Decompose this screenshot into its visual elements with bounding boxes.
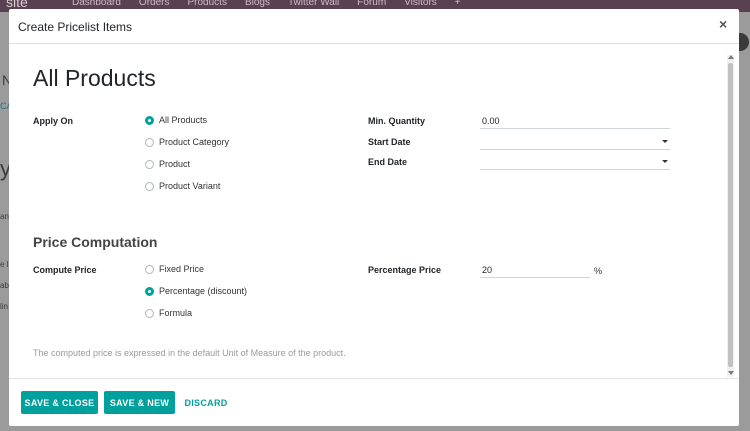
menu-item-twitter-wall[interactable]: Twitter Wall	[288, 0, 339, 8]
radio-fixed-price[interactable]: Fixed Price	[145, 264, 204, 274]
menu-item-dashboard[interactable]: Dashboard	[72, 0, 121, 8]
radio-selected-icon	[145, 286, 154, 296]
chevron-down-icon[interactable]	[662, 160, 668, 163]
end-date-label: End Date	[368, 157, 408, 167]
radio-product-variant[interactable]: Product Variant	[145, 181, 220, 191]
min-quantity-field[interactable]: 0.00	[480, 113, 670, 129]
menu-item-blogs[interactable]: Blogs	[245, 0, 270, 8]
start-date-label: Start Date	[368, 137, 411, 147]
percent-unit: %	[594, 266, 603, 276]
radio-label: All Products	[159, 115, 208, 125]
bg-fragment: lin	[0, 302, 9, 311]
radio-unselected-icon	[145, 308, 154, 318]
percentage-price-label: Percentage Price	[368, 265, 442, 275]
menu-item-visitors[interactable]: Visitors	[404, 0, 437, 8]
min-quantity-label: Min. Quantity	[368, 116, 425, 126]
modal-scrollbar[interactable]	[727, 55, 734, 377]
close-icon[interactable]: ×	[719, 17, 727, 31]
create-pricelist-items-dialog: Create Pricelist Items × All Products Ap…	[9, 9, 739, 426]
radio-all-products[interactable]: All Products	[145, 115, 207, 125]
menu-item-products[interactable]: Products	[187, 0, 226, 8]
discard-button[interactable]: DISCARD	[181, 391, 231, 414]
chevron-down-icon[interactable]	[662, 140, 668, 143]
radio-label: Product Category	[159, 137, 230, 147]
save-close-button[interactable]: SAVE & CLOSE	[21, 391, 98, 414]
modal-header: Create Pricelist Items ×	[9, 9, 739, 44]
bg-fragment: ab	[0, 281, 9, 290]
radio-product[interactable]: Product	[145, 159, 190, 169]
radio-unselected-icon	[145, 159, 154, 169]
scroll-thumb[interactable]	[728, 63, 733, 367]
radio-label: Product	[159, 159, 191, 169]
radio-selected-icon	[145, 115, 154, 125]
help-text: The computed price is expressed in the d…	[33, 348, 346, 358]
radio-label: Formula	[159, 308, 193, 318]
radio-label: Percentage (discount)	[159, 286, 248, 296]
menu-add-icon[interactable]: +	[455, 0, 461, 8]
radio-formula[interactable]: Formula	[145, 308, 192, 318]
radio-unselected-icon	[145, 181, 154, 191]
page-title: All Products	[33, 65, 156, 91]
menu-item-forum[interactable]: Forum	[357, 0, 386, 8]
radio-product-category[interactable]: Product Category	[145, 137, 229, 147]
price-computation-title: Price Computation	[33, 234, 158, 250]
radio-label: Product Variant	[159, 181, 221, 191]
radio-unselected-icon	[145, 137, 154, 147]
scroll-down-icon[interactable]	[728, 371, 734, 375]
end-date-field[interactable]	[480, 154, 670, 170]
percentage-price-field[interactable]: 20	[480, 262, 590, 278]
modal-title: Create Pricelist Items	[18, 20, 133, 34]
scroll-up-icon[interactable]	[728, 55, 734, 59]
top-menu: Dashboard Orders Products Blogs Twitter …	[72, 0, 461, 8]
compute-price-label: Compute Price	[33, 265, 97, 275]
apply-on-label: Apply On	[33, 116, 73, 126]
radio-label: Fixed Price	[159, 264, 205, 274]
modal-footer: SAVE & CLOSE SAVE & NEW DISCARD	[9, 378, 739, 426]
bg-fragment: e l	[0, 260, 9, 269]
start-date-field[interactable]	[480, 134, 670, 150]
menu-item-orders[interactable]: Orders	[139, 0, 170, 8]
save-new-button[interactable]: SAVE & NEW	[104, 391, 175, 414]
radio-unselected-icon	[145, 264, 154, 274]
bg-fragment: an	[0, 212, 9, 221]
radio-percentage-discount[interactable]: Percentage (discount)	[145, 286, 247, 296]
